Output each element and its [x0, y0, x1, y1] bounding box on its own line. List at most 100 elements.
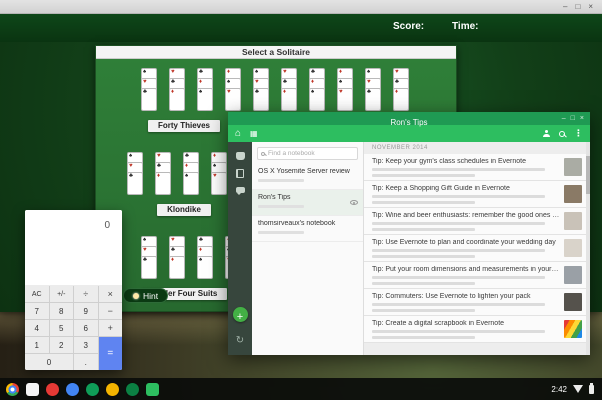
solitaire-titlebar: – □ ×	[0, 0, 602, 14]
solitaire-option-label[interactable]: Forty Thieves	[148, 120, 220, 132]
shelf-app-drive[interactable]	[66, 383, 79, 396]
overflow-menu-icon[interactable]: ⋮	[574, 129, 583, 138]
notebook-item[interactable]: thomsirveaux's notebook	[252, 216, 363, 242]
calc-key-4[interactable]: 4	[25, 320, 49, 336]
note-list-item[interactable]: Tip: Create a digital scrapbook in Evern…	[364, 316, 590, 343]
calc-key-×[interactable]: ×	[99, 286, 123, 302]
card-pile[interactable]: ♣♦♠	[197, 68, 215, 116]
calculator-value: 0	[104, 220, 110, 231]
card-pile[interactable]: ♠♥♣	[253, 68, 271, 116]
shelf-app-youtube[interactable]	[46, 383, 59, 396]
notebook-meta	[258, 205, 304, 208]
card-pile[interactable]: ♠♥♣	[141, 68, 159, 116]
card-pile[interactable]: ♥♣♦	[155, 152, 173, 200]
note-list-item[interactable]: Tip: Wine and beer enthusiasts: remember…	[364, 208, 590, 235]
card-pile[interactable]: ♣♦♠	[309, 68, 327, 116]
shelf-app-gmail[interactable]	[26, 383, 39, 396]
scrollbar-thumb[interactable]	[586, 156, 590, 194]
card-pile[interactable]: ♦♠♥	[225, 68, 243, 116]
shelf-app-chrome[interactable]	[6, 383, 19, 396]
calc-key-7[interactable]: 7	[25, 303, 49, 319]
maximize-icon[interactable]: □	[575, 3, 580, 11]
card-pile[interactable]: ♥♣♦	[169, 236, 187, 284]
calc-key-.[interactable]: .	[74, 354, 98, 370]
note-snippet-line	[372, 249, 545, 252]
notebook-item[interactable]: OS X Yosemite Server review	[252, 164, 363, 190]
close-icon[interactable]: ×	[580, 115, 584, 122]
note-snippet-line	[372, 309, 475, 312]
notebook-search-input[interactable]	[268, 150, 354, 157]
card-pile[interactable]: ♠♥♣	[365, 68, 383, 116]
note-snippet-line	[372, 222, 545, 225]
shelf-app-slides[interactable]	[106, 383, 119, 396]
note-list-item[interactable]: Tip: Put your room dimensions and measur…	[364, 262, 590, 289]
clock: 2:42	[551, 385, 567, 394]
shelf-app-evernote[interactable]	[146, 383, 159, 396]
note-snippet-line	[372, 255, 475, 258]
card-pile[interactable]: ♥♣♦	[281, 68, 299, 116]
note-list-item[interactable]: Tip: Use Evernote to plan and coordinate…	[364, 235, 590, 262]
card-pile[interactable]: ♠♥♣	[141, 236, 159, 284]
card-pile[interactable]: ♦♠♥	[211, 152, 229, 200]
card-pile[interactable]: ♥♣♦	[169, 68, 187, 116]
account-icon[interactable]	[542, 130, 550, 138]
calc-key-3[interactable]: 3	[74, 337, 98, 353]
maximize-icon[interactable]: □	[571, 115, 575, 122]
card-pile[interactable]: ♣♦♠	[183, 152, 201, 200]
shelf: 2:42	[0, 378, 602, 400]
window-title: Ron's Tips	[390, 118, 427, 127]
minimize-icon[interactable]: –	[563, 3, 567, 11]
calculator-display: 0	[25, 210, 122, 286]
calc-key-÷[interactable]: ÷	[74, 286, 98, 302]
note-thumbnail	[564, 158, 582, 176]
calc-key-=[interactable]: =	[99, 337, 123, 370]
calc-key-AC[interactable]: AC	[25, 286, 49, 302]
note-snippet-line	[372, 174, 475, 177]
calc-key-5[interactable]: 5	[50, 320, 74, 336]
note-title: Tip: Commuters: Use Evernote to lighten …	[372, 293, 560, 300]
home-icon[interactable]: ⌂	[235, 129, 241, 139]
card-pile[interactable]: ♦♠♥	[337, 68, 355, 116]
note-thumbnail	[564, 320, 582, 338]
elephant-icon[interactable]	[236, 152, 245, 160]
calc-key-8[interactable]: 8	[50, 303, 74, 319]
note-snippet-line	[372, 228, 475, 231]
search-icon[interactable]	[559, 131, 565, 137]
calc-key-9[interactable]: 9	[74, 303, 98, 319]
evernote-toolbar: ⌂ ▦ ⋮	[228, 125, 590, 142]
shelf-app-hangouts[interactable]	[126, 383, 139, 396]
calc-key-2[interactable]: 2	[50, 337, 74, 353]
chat-icon[interactable]	[236, 187, 245, 193]
solitaire-option-label[interactable]: Klondike	[157, 204, 211, 216]
calc-key-0[interactable]: 0	[25, 354, 73, 370]
sync-icon[interactable]: ↻	[236, 336, 244, 346]
card-preview: ♠♥♣ ♥♣♦ ♣♦♠ ♦♠♥ ♠♥♣ ♥♣♦ ♣♦♠ ♦♠♥ ♠♥♣ ♥♣♦	[96, 68, 456, 116]
calc-key-−[interactable]: −	[99, 303, 123, 319]
new-note-button[interactable]	[233, 307, 248, 322]
calc-key-+/-[interactable]: +/-	[50, 286, 74, 302]
notebooks-grid-icon[interactable]: ▦	[250, 130, 258, 138]
calc-key-6[interactable]: 6	[74, 320, 98, 336]
notebook-search[interactable]	[257, 147, 358, 160]
card-pile[interactable]: ♣♦♠	[197, 236, 215, 284]
minimize-icon[interactable]: –	[562, 115, 566, 122]
calc-key-1[interactable]: 1	[25, 337, 49, 353]
card-pile[interactable]: ♠♥♣	[127, 152, 145, 200]
lightbulb-icon	[133, 293, 139, 299]
close-icon[interactable]: ×	[588, 3, 593, 11]
notebook-meta	[258, 231, 304, 234]
scrollbar	[586, 142, 590, 355]
note-title: Tip: Create a digital scrapbook in Evern…	[372, 320, 560, 327]
notebook-item-selected[interactable]: Ron's Tips	[252, 190, 363, 216]
calc-key-+[interactable]: +	[99, 320, 123, 336]
hint-button[interactable]: Hint	[123, 288, 168, 303]
status-tray[interactable]: 2:42	[551, 385, 602, 394]
shelf-apps	[0, 383, 159, 396]
card-pile[interactable]: ♥♣♦	[393, 68, 411, 116]
note-list-item[interactable]: Tip: Keep your gym's class schedules in …	[364, 154, 590, 181]
note-list-item[interactable]: Tip: Keep a Shopping Gift Guide in Evern…	[364, 181, 590, 208]
note-list-item[interactable]: Tip: Commuters: Use Evernote to lighten …	[364, 289, 590, 316]
shelf-app-sheets[interactable]	[86, 383, 99, 396]
note-snippet-line	[372, 282, 475, 285]
notebook-icon[interactable]	[236, 169, 244, 178]
